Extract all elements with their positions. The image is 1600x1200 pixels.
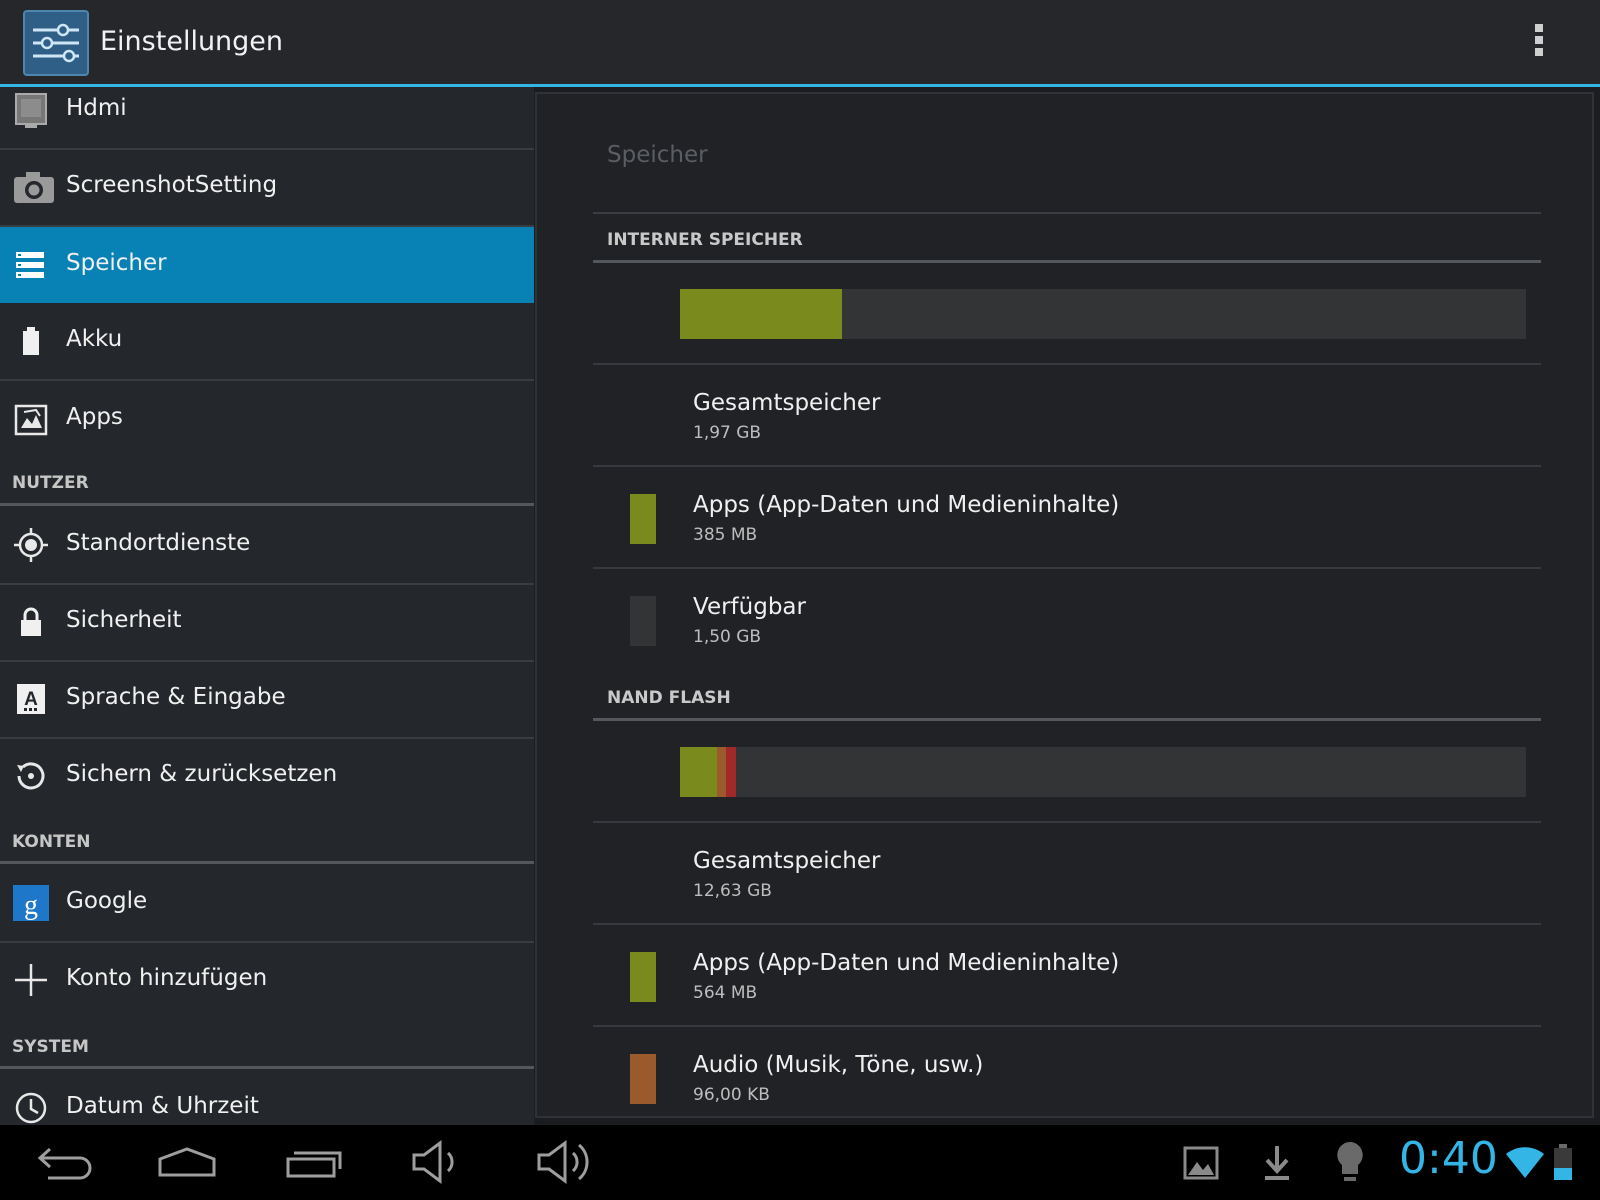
section-header-accounts: KONTEN xyxy=(12,832,91,852)
row-value: 12,63 GB xyxy=(693,881,772,901)
available-color-swatch xyxy=(630,596,656,646)
gallery-icon[interactable] xyxy=(1183,1140,1219,1186)
sidebar-item-language[interactable]: A Sprache & Eingabe xyxy=(0,661,534,737)
row-value: 564 MB xyxy=(693,983,758,1003)
row-divider xyxy=(593,363,1541,365)
sidebar-item-security[interactable]: Sicherheit xyxy=(0,584,534,660)
page-title: Einstellungen xyxy=(100,26,284,57)
lightbulb-icon[interactable] xyxy=(1334,1140,1366,1186)
row-divider xyxy=(593,821,1541,823)
volume-up-icon[interactable] xyxy=(533,1137,603,1187)
camera-icon xyxy=(12,168,54,206)
category-divider xyxy=(593,718,1541,721)
section-header-user: NUTZER xyxy=(12,473,89,493)
lock-icon xyxy=(12,603,50,641)
storage-icon xyxy=(12,246,50,284)
row-value: 96,00 KB xyxy=(693,1085,770,1105)
wifi-icon xyxy=(1503,1140,1547,1186)
backup-icon xyxy=(12,757,50,795)
battery-icon xyxy=(12,322,50,360)
sidebar-item-label: Standortdienste xyxy=(66,530,251,556)
hdmi-icon xyxy=(12,91,50,129)
clock-icon xyxy=(12,1089,50,1125)
audio-color-swatch xyxy=(630,1054,656,1104)
section-divider xyxy=(0,1066,534,1069)
sidebar-item-apps[interactable]: Apps xyxy=(0,381,534,457)
settings-sidebar: Hdmi ScreenshotSetting Speicher Akku App… xyxy=(0,87,534,1125)
battery-status-icon xyxy=(1552,1140,1574,1186)
sidebar-item-label: Sicherheit xyxy=(66,607,182,633)
sidebar-item-label: Sichern & zurücksetzen xyxy=(66,761,338,787)
sidebar-item-google[interactable]: g Google xyxy=(0,865,534,941)
settings-sliders-icon[interactable] xyxy=(23,10,89,76)
category-divider xyxy=(593,260,1541,263)
detail-title: Speicher xyxy=(607,142,708,168)
sidebar-item-date-time[interactable]: Datum & Uhrzeit xyxy=(0,1070,534,1125)
storage-detail-pane: Speicher INTERNER SPEICHER Gesamtspeiche… xyxy=(535,92,1594,1118)
sidebar-item-label: Datum & Uhrzeit xyxy=(66,1093,259,1119)
usage-segment-other xyxy=(725,747,736,797)
usage-segment-audio xyxy=(717,747,726,797)
sidebar-item-label: Sprache & Eingabe xyxy=(66,684,286,710)
row-value: 385 MB xyxy=(693,525,758,545)
usage-segment-apps xyxy=(680,289,842,339)
nand-usage-bar xyxy=(680,747,1526,797)
sidebar-item-screenshot[interactable]: ScreenshotSetting xyxy=(0,149,534,225)
internal-usage-bar xyxy=(680,289,1526,339)
add-icon xyxy=(12,961,50,999)
row-divider xyxy=(593,465,1541,467)
sidebar-item-add-account[interactable]: Konto hinzufügen xyxy=(0,942,534,1018)
row-title: Gesamtspeicher xyxy=(693,390,881,416)
sidebar-item-backup[interactable]: Sichern & zurücksetzen xyxy=(0,738,534,814)
row-title: Verfügbar xyxy=(693,594,806,620)
download-icon[interactable] xyxy=(1262,1140,1292,1186)
home-icon[interactable] xyxy=(152,1137,222,1187)
sidebar-item-battery[interactable]: Akku xyxy=(0,303,534,379)
back-icon[interactable] xyxy=(28,1137,98,1187)
sidebar-item-location[interactable]: Standortdienste xyxy=(0,507,534,583)
sidebar-item-label: Hdmi xyxy=(66,95,127,121)
status-clock: 0:40 xyxy=(1399,1133,1498,1184)
sidebar-item-label: Speicher xyxy=(66,250,167,276)
volume-down-icon[interactable] xyxy=(408,1137,478,1187)
recent-apps-icon[interactable] xyxy=(280,1137,350,1187)
row-title: Apps (App-Daten und Medieninhalte) xyxy=(693,950,1120,976)
usage-segment-apps xyxy=(680,747,718,797)
google-icon: g xyxy=(12,884,50,922)
row-divider xyxy=(593,1025,1541,1027)
apps-color-swatch xyxy=(630,494,656,544)
language-icon: A xyxy=(12,680,50,718)
sidebar-item-label: ScreenshotSetting xyxy=(66,172,278,198)
svg-text:A: A xyxy=(24,689,38,710)
sidebar-item-label: Konto hinzufügen xyxy=(66,965,268,991)
row-title: Audio (Musik, Töne, usw.) xyxy=(693,1052,984,1078)
sidebar-item-label: Akku xyxy=(66,326,123,352)
svg-text:g: g xyxy=(24,890,38,921)
section-divider xyxy=(0,861,534,864)
section-divider xyxy=(0,503,534,506)
system-navigation-bar: 0:40 xyxy=(0,1125,1600,1200)
row-title: Apps (App-Daten und Medieninhalte) xyxy=(693,492,1120,518)
row-divider xyxy=(593,567,1541,569)
category-nand-flash: NAND FLASH xyxy=(607,688,731,708)
sidebar-item-label: Google xyxy=(66,888,148,914)
category-internal-storage: INTERNER SPEICHER xyxy=(607,230,803,250)
title-divider xyxy=(593,212,1541,214)
sidebar-item-label: Apps xyxy=(66,404,123,430)
location-icon xyxy=(12,526,50,564)
sidebar-item-hdmi[interactable]: Hdmi xyxy=(0,87,534,148)
apps-icon xyxy=(12,400,50,438)
overflow-menu-icon[interactable] xyxy=(1532,24,1546,64)
apps-color-swatch xyxy=(630,952,656,1002)
row-value: 1,97 GB xyxy=(693,423,762,443)
row-divider xyxy=(593,923,1541,925)
row-value: 1,50 GB xyxy=(693,627,762,647)
action-bar: Einstellungen xyxy=(0,0,1600,84)
section-header-system: SYSTEM xyxy=(12,1037,89,1057)
row-title: Gesamtspeicher xyxy=(693,848,881,874)
sidebar-item-storage[interactable]: Speicher xyxy=(0,227,534,303)
